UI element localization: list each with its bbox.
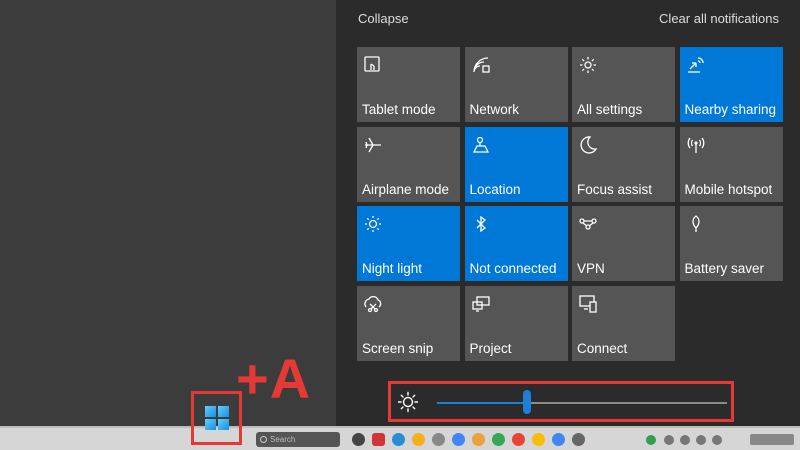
tile-label: Night light — [362, 261, 423, 276]
tile-screen-snip[interactable]: Screen snip — [357, 285, 460, 361]
tile-label: Location — [469, 181, 521, 197]
tile-all-settings[interactable]: All settings — [572, 47, 675, 122]
taskbar-app-icon[interactable] — [492, 433, 505, 446]
tile-label: Screen snip — [362, 340, 434, 356]
windows-logo-icon — [205, 406, 229, 430]
location-icon — [471, 135, 491, 155]
taskbar-app-icon[interactable] — [372, 433, 385, 446]
tray-clock[interactable] — [750, 434, 794, 445]
connect-icon — [578, 294, 598, 314]
brightness-icon — [397, 391, 419, 413]
tray-icon[interactable] — [712, 435, 722, 445]
taskbar-search-box[interactable]: Search — [256, 432, 340, 447]
nearby-sharing-icon — [686, 55, 706, 75]
tile-vpn[interactable]: VPN — [572, 206, 675, 281]
tile-label: Focus assist — [577, 181, 653, 197]
network-icon — [471, 55, 491, 75]
taskbar-app-icon[interactable] — [552, 433, 565, 446]
tile-label: Tablet mode — [362, 102, 436, 117]
tile-connect[interactable]: Connect — [572, 285, 675, 361]
taskbar-app-icon[interactable] — [512, 433, 525, 446]
screen-snip-icon — [363, 294, 383, 314]
start-button-highlight[interactable] — [191, 391, 242, 445]
tile-project[interactable]: Project — [464, 285, 568, 361]
tile-label: Connect — [577, 340, 628, 356]
taskbar-app-icon[interactable] — [392, 433, 405, 446]
battery-saver-icon — [686, 214, 706, 234]
taskbar-app-icon[interactable] — [352, 433, 365, 446]
tablet-mode-icon — [363, 55, 383, 75]
moon-icon — [578, 135, 598, 155]
taskbar-app-icon[interactable] — [472, 433, 485, 446]
tile-airplane-mode[interactable]: Airplane mode — [357, 126, 460, 202]
tile-focus-assist[interactable]: Focus assist — [572, 126, 675, 202]
taskbar-app-icon[interactable] — [532, 433, 545, 446]
tile-label: Airplane mode — [362, 181, 450, 197]
tile-nearby-sharing[interactable]: Nearby sharing — [679, 47, 783, 122]
tile-battery-saver[interactable]: Battery saver — [679, 206, 783, 281]
brightness-slider-fill — [437, 402, 527, 404]
vpn-icon — [578, 214, 598, 234]
taskbar: Search — [0, 426, 800, 450]
taskbar-app-icon[interactable] — [432, 433, 445, 446]
tile-not-connected[interactable]: Not connected — [464, 206, 568, 281]
tile-label: VPN — [577, 261, 605, 276]
hotspot-icon — [686, 135, 706, 155]
tile-label: Nearby sharing — [684, 102, 777, 117]
brightness-slider-thumb[interactable] — [522, 390, 531, 414]
taskbar-app-icon[interactable] — [412, 433, 425, 446]
tile-label: Battery saver — [684, 261, 765, 276]
tray-icon[interactable] — [680, 435, 690, 445]
tile-label: Project — [469, 340, 512, 356]
gear-icon — [578, 55, 598, 75]
tile-label: All settings — [577, 102, 643, 117]
clear-all-notifications-link[interactable]: Clear all notifications — [659, 11, 779, 26]
collapse-link[interactable]: Collapse — [358, 11, 409, 26]
night-light-icon — [363, 214, 383, 234]
brightness-slider-highlight — [388, 381, 734, 422]
tray-icon[interactable] — [696, 435, 706, 445]
tile-location[interactable]: Location — [464, 126, 568, 202]
bluetooth-icon — [471, 214, 491, 234]
taskbar-app-icon[interactable] — [572, 433, 585, 446]
tray-icon[interactable] — [664, 435, 674, 445]
tile-mobile-hotspot[interactable]: Mobile hotspot — [679, 126, 783, 202]
tile-night-light[interactable]: Night light — [357, 206, 460, 281]
tile-label: Network — [469, 102, 520, 117]
taskbar-app-icon[interactable] — [452, 433, 465, 446]
keyboard-shortcut-annotation: +A — [236, 347, 312, 410]
airplane-icon — [363, 135, 383, 155]
tile-network[interactable]: Network — [464, 47, 568, 122]
tile-label: Mobile hotspot — [684, 181, 773, 197]
brightness-slider-track[interactable] — [437, 390, 727, 414]
tile-tablet-mode[interactable]: Tablet mode — [357, 47, 460, 122]
tray-status-icon[interactable] — [646, 435, 656, 445]
tile-label: Not connected — [469, 261, 557, 276]
project-icon — [471, 294, 491, 314]
